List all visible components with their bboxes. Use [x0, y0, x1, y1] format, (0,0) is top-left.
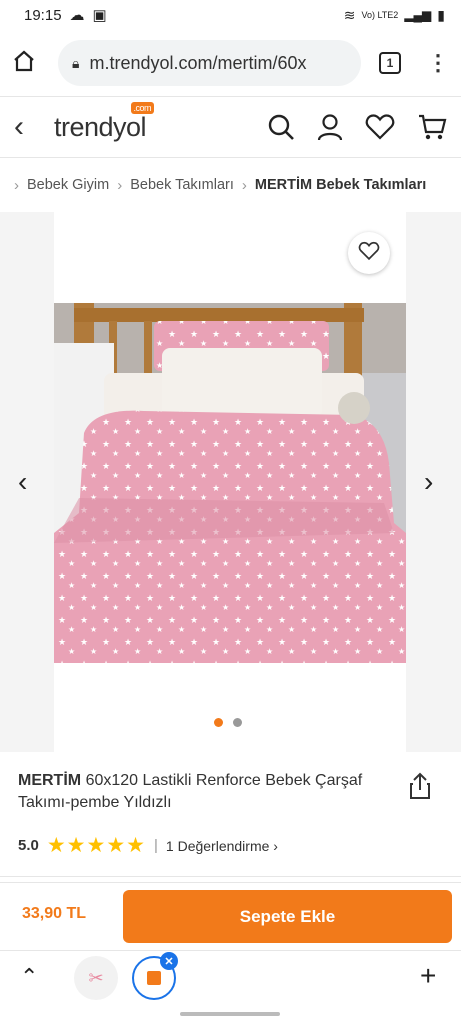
- chevron-right-icon[interactable]: ›: [424, 466, 433, 498]
- home-indicator: [180, 1012, 280, 1016]
- chevron-left-icon[interactable]: ‹: [18, 466, 27, 498]
- divider: |: [154, 837, 158, 854]
- url-text: m.trendyol.com/mertim/60x: [89, 52, 307, 73]
- user-icon[interactable]: [317, 113, 343, 141]
- battery-icon: ▮: [437, 6, 445, 23]
- breadcrumb-item-current[interactable]: MERTİM Bebek Takımları: [255, 177, 426, 193]
- favorite-button[interactable]: [348, 232, 390, 274]
- trendyol-logo[interactable]: trendyol .com: [54, 101, 155, 143]
- network-label: Vo) LTE2: [361, 10, 399, 20]
- product-brand[interactable]: MERTİM: [18, 772, 81, 789]
- signal-icon: ▂▄▆: [404, 8, 432, 22]
- star-rating-icon: ★★★★★: [46, 834, 146, 857]
- chevron-right-icon: ›: [273, 837, 278, 854]
- notification-icon: ☁: [69, 7, 85, 24]
- home-icon[interactable]: [12, 49, 36, 78]
- review-count: 1 Değerlendirme: [165, 837, 270, 854]
- review-count-link[interactable]: 1 Değerlendirme ›: [166, 838, 278, 854]
- section-divider: [0, 876, 461, 877]
- pagination-dot-active[interactable]: [214, 718, 223, 727]
- wifi-icon: ≋: [343, 6, 356, 23]
- product-title: MERTİM 60x120 Lastikli Renforce Bebek Ça…: [18, 770, 388, 814]
- site-header: ‹ trendyol .com: [0, 96, 461, 158]
- url-bar[interactable]: 🔒︎ m.trendyol.com/mertim/60x: [58, 40, 361, 86]
- site-favicon-icon: ✂: [88, 967, 104, 988]
- chevron-up-icon[interactable]: ⌃: [20, 964, 38, 990]
- search-icon[interactable]: [267, 113, 295, 141]
- breadcrumb: › Bebek Giyim › Bebek Takımları › MERTİM…: [0, 162, 461, 208]
- breadcrumb-separator: ›: [14, 176, 19, 194]
- product-price: 33,90 TL: [22, 905, 87, 922]
- plus-icon[interactable]: +: [420, 960, 436, 992]
- logo-badge: .com: [130, 101, 155, 114]
- share-icon[interactable]: [408, 772, 432, 805]
- product-image[interactable]: ★ ★: [54, 303, 406, 663]
- tab-thumbnail[interactable]: ✂: [74, 956, 118, 1000]
- cart-icon[interactable]: [417, 112, 447, 142]
- rating-row: 5.0 ★★★★★ | 1 Değerlendirme ›: [18, 833, 278, 858]
- lock-icon: 🔒︎: [72, 54, 80, 71]
- status-bar: 19:15 ☁ ▣ ≋ Vo) LTE2 ▂▄▆ ▮: [0, 0, 461, 30]
- breadcrumb-separator: ›: [241, 176, 247, 194]
- browser-toolbar: 🔒︎ m.trendyol.com/mertim/60x 1 ⋮: [0, 34, 461, 92]
- trendyol-favicon-icon: [147, 971, 161, 985]
- tab-switcher-button[interactable]: 1: [379, 52, 401, 74]
- status-time: 19:15: [24, 6, 62, 24]
- breadcrumb-item-bebek-giyim[interactable]: Bebek Giyim: [27, 177, 109, 193]
- kebab-menu-icon[interactable]: ⋮: [427, 52, 449, 74]
- add-to-cart-button[interactable]: Sepete Ekle: [123, 890, 452, 943]
- logo-text: trendyol: [54, 111, 147, 142]
- heart-icon: [358, 241, 380, 266]
- pagination-dot[interactable]: [233, 718, 242, 727]
- close-icon[interactable]: ✕: [160, 952, 178, 970]
- back-icon[interactable]: ‹: [14, 110, 54, 144]
- app-notification-icon: ▣: [92, 7, 107, 24]
- gallery-pagination: [214, 718, 242, 727]
- rating-value: 5.0: [18, 837, 39, 854]
- breadcrumb-separator: ›: [117, 176, 123, 194]
- heart-icon[interactable]: [365, 113, 395, 141]
- breadcrumb-item-bebek-takimlari[interactable]: Bebek Takımları: [130, 177, 234, 193]
